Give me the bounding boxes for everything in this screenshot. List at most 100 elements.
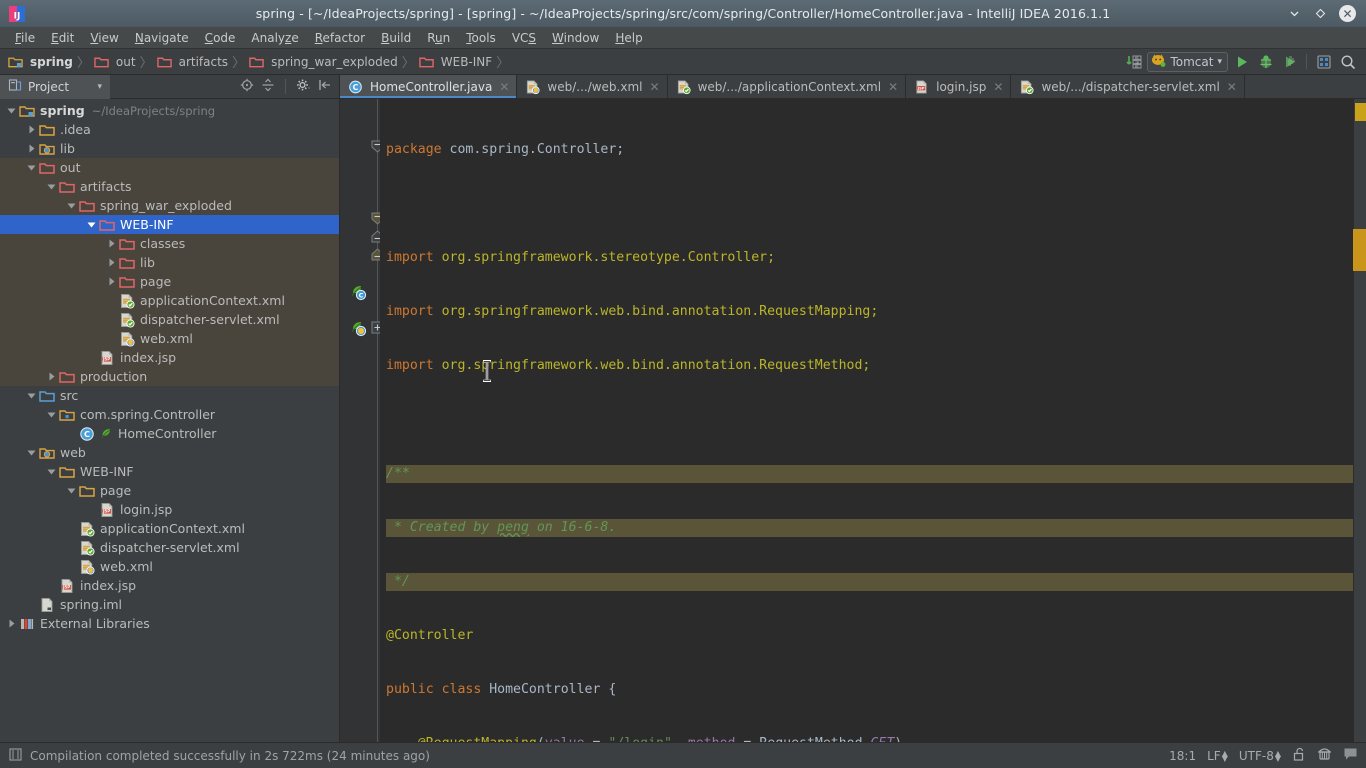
debug-icon[interactable]: [1255, 51, 1276, 72]
tree-node-index-jsp[interactable]: JSP index.jsp: [0, 576, 339, 595]
tree-node-dispatcher-servlet-xml[interactable]: dispatcher-servlet.xml: [0, 310, 339, 329]
update-running-application-icon[interactable]: 01 10 01: [1123, 51, 1144, 72]
run-with-coverage-icon[interactable]: [1279, 51, 1300, 72]
tree-expand-arrow-down-icon[interactable]: [26, 162, 37, 173]
spring-bean-class-gutter-icon[interactable]: C: [350, 284, 367, 301]
tree-node-index-jsp[interactable]: JSP index.jsp: [0, 348, 339, 367]
tree-node-artifacts[interactable]: artifacts: [0, 177, 339, 196]
tree-node-out[interactable]: out: [0, 158, 339, 177]
breadcrumb-item-out[interactable]: out: [94, 54, 138, 69]
tree-node-spring-iml[interactable]: spring.iml: [0, 595, 339, 614]
editor-tab-web-applicationcontext-xml[interactable]: web/.../applicationContext.xml ✕: [667, 75, 907, 98]
tree-expand-arrow-down-icon[interactable]: [46, 466, 57, 477]
tree-node-spring-war-exploded[interactable]: spring_war_exploded: [0, 196, 339, 215]
tree-expand-arrow-down-icon[interactable]: [86, 219, 97, 230]
editor-scrollbar-thumb[interactable]: [1353, 229, 1366, 271]
event-log-icon[interactable]: [1343, 747, 1358, 764]
tree-expand-arrow-down-icon[interactable]: [26, 447, 37, 458]
menu-edit[interactable]: Edit: [43, 28, 82, 49]
tree-node-applicationcontext-xml[interactable]: applicationContext.xml: [0, 519, 339, 538]
run-icon[interactable]: [1231, 51, 1252, 72]
menu-code[interactable]: Code: [197, 28, 244, 49]
tree-expand-arrow-right-icon[interactable]: [26, 143, 37, 154]
tree-node--idea[interactable]: .idea: [0, 120, 339, 139]
menu-help[interactable]: Help: [607, 28, 650, 49]
editor-tab-close-icon[interactable]: ✕: [993, 81, 1003, 93]
tree-node-src[interactable]: src: [0, 386, 339, 405]
tree-node-web[interactable]: web: [0, 443, 339, 462]
menu-navigate[interactable]: Navigate: [127, 28, 197, 49]
breadcrumb-item-web-inf[interactable]: WEB-INF: [418, 54, 494, 69]
file-encoding[interactable]: UTF-8 ▲ ▼: [1239, 749, 1281, 763]
project-structure-icon[interactable]: [1313, 51, 1334, 72]
tree-node-lib[interactable]: lib: [0, 253, 339, 272]
tree-node-dispatcher-servlet-xml[interactable]: dispatcher-servlet.xml: [0, 538, 339, 557]
tree-node-production[interactable]: production: [0, 367, 339, 386]
breadcrumb-item-artifacts[interactable]: artifacts: [156, 54, 230, 69]
tree-expand-arrow-down-icon[interactable]: [66, 200, 77, 211]
editor-gutter[interactable]: C: [340, 99, 384, 742]
chevron-down-icon[interactable]: ▾: [97, 82, 102, 92]
tree-expand-arrow-right-icon[interactable]: [106, 238, 117, 249]
tree-node-com-spring-controller[interactable]: com.spring.Controller: [0, 405, 339, 424]
tree-node-lib[interactable]: lib: [0, 139, 339, 158]
menu-file[interactable]: File: [7, 28, 43, 49]
tree-node-web-xml[interactable]: web.xml: [0, 557, 339, 576]
editor-tab-close-icon[interactable]: ✕: [888, 81, 898, 93]
code-editor[interactable]: package com.spring.Controller; import or…: [380, 99, 1353, 742]
tree-expand-arrow-down-icon[interactable]: [6, 105, 17, 116]
tree-node-web-inf[interactable]: WEB-INF: [0, 462, 339, 481]
tree-expand-arrow-down-icon[interactable]: [66, 485, 77, 496]
breadcrumb-item-spring-war-exploded[interactable]: spring_war_exploded: [249, 54, 400, 69]
editor-tab-close-icon[interactable]: ✕: [499, 81, 509, 93]
editor-marker-bar[interactable]: [1353, 99, 1366, 742]
settings-gear-icon[interactable]: [296, 78, 311, 95]
line-separator[interactable]: LF ▲ ▼: [1207, 749, 1228, 763]
tree-node-classes[interactable]: classes: [0, 234, 339, 253]
search-everywhere-icon[interactable]: [1337, 51, 1358, 72]
unlocked-icon[interactable]: [1292, 747, 1306, 765]
menu-build[interactable]: Build: [373, 28, 419, 49]
scroll-from-source-icon[interactable]: [240, 78, 254, 95]
menu-vcs[interactable]: VCS: [504, 28, 544, 49]
tree-node-homecontroller[interactable]: C HomeController: [0, 424, 339, 443]
tree-node-web-xml[interactable]: web.xml: [0, 329, 339, 348]
tree-node-login-jsp[interactable]: JSP login.jsp: [0, 500, 339, 519]
warning-marker[interactable]: [1355, 103, 1366, 121]
tree-expand-arrow-right-icon[interactable]: [106, 257, 117, 268]
editor-tab-close-icon[interactable]: ✕: [1227, 81, 1237, 93]
collapse-all-icon[interactable]: [261, 78, 275, 95]
tree-expand-arrow-right-icon[interactable]: [6, 618, 17, 629]
spring-request-mapping-gutter-icon[interactable]: [350, 320, 367, 337]
menu-refactor[interactable]: Refactor: [307, 28, 373, 49]
breadcrumb-item-spring[interactable]: spring: [8, 54, 75, 69]
tree-expand-arrow-down-icon[interactable]: [46, 181, 57, 192]
project-tree[interactable]: spring ~/IdeaProjects/spring .idea lib out ar…: [0, 99, 339, 742]
menu-analyze[interactable]: Analyze: [243, 28, 306, 49]
menu-window[interactable]: Window: [544, 28, 607, 49]
tree-node-page[interactable]: page: [0, 272, 339, 291]
hide-panel-icon[interactable]: [318, 78, 332, 95]
minimize-button[interactable]: [1287, 6, 1302, 21]
menu-view[interactable]: View: [82, 28, 126, 49]
tab-project[interactable]: Project ▾: [0, 74, 110, 99]
tree-expand-arrow-down-icon[interactable]: [46, 409, 57, 420]
tree-expand-arrow-down-icon[interactable]: [26, 390, 37, 401]
tree-node-page[interactable]: page: [0, 481, 339, 500]
editor-tab-login-jsp[interactable]: JSP login.jsp ✕: [906, 75, 1012, 98]
editor-tab-close-icon[interactable]: ✕: [650, 81, 660, 93]
tree-expand-arrow-right-icon[interactable]: [46, 371, 57, 382]
editor-tab-web-dispatcher-servlet-xml[interactable]: web/.../dispatcher-servlet.xml ✕: [1011, 75, 1245, 98]
menu-tools[interactable]: Tools: [458, 28, 504, 49]
tree-node-applicationcontext-xml[interactable]: applicationContext.xml: [0, 291, 339, 310]
menu-run[interactable]: Run: [419, 28, 458, 49]
tree-node-web-inf[interactable]: WEB-INF: [0, 215, 339, 234]
tree-expand-arrow-right-icon[interactable]: [106, 276, 117, 287]
caret-position[interactable]: 18:1: [1169, 749, 1196, 763]
close-button[interactable]: ✕: [1339, 5, 1356, 22]
editor-tab-homecontroller-java[interactable]: C HomeController.java ✕: [340, 75, 518, 98]
maximize-button[interactable]: [1313, 6, 1328, 21]
tree-expand-arrow-right-icon[interactable]: [26, 124, 37, 135]
editor-tab-web-web-xml[interactable]: web/.../web.xml ✕: [517, 75, 668, 98]
tree-node-external-libraries[interactable]: External Libraries: [0, 614, 339, 633]
